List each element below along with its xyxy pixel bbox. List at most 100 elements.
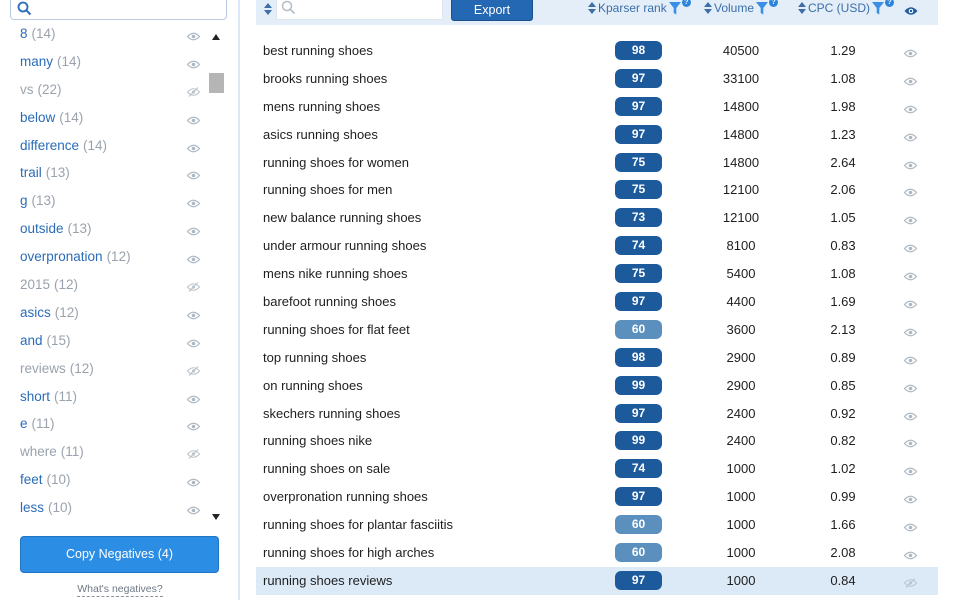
eye-icon[interactable] xyxy=(903,547,918,565)
scroll-up-arrow-icon[interactable] xyxy=(212,34,220,40)
word-list-item[interactable]: below (14) xyxy=(10,108,206,136)
sort-icon[interactable] xyxy=(798,2,806,14)
table-row[interactable]: skechers running shoes 97 2400 0.92 xyxy=(256,400,938,428)
eye-icon[interactable] xyxy=(186,250,201,270)
whats-negatives-link[interactable]: What's negatives? xyxy=(77,583,163,597)
eye-icon[interactable] xyxy=(186,27,201,47)
eye-icon[interactable] xyxy=(186,111,201,131)
eye-icon[interactable] xyxy=(903,352,918,370)
word-count: (10) xyxy=(48,500,73,516)
eye-off-icon[interactable] xyxy=(186,445,201,465)
table-row[interactable]: on running shoes 99 2900 0.85 xyxy=(256,372,938,400)
table-row[interactable]: running shoes for men 75 12100 2.06 xyxy=(256,176,938,204)
word-list-item[interactable]: feet (10) xyxy=(10,470,206,498)
scroll-thumb[interactable] xyxy=(209,73,224,93)
copy-negatives-button[interactable]: Copy Negatives (4) xyxy=(20,536,219,573)
table-row[interactable]: brooks running shoes 97 33100 1.08 xyxy=(256,65,938,93)
word-list-item[interactable]: outside (13) xyxy=(10,219,206,247)
eye-icon[interactable] xyxy=(903,435,918,453)
eye-icon[interactable] xyxy=(903,268,918,286)
word-list-item[interactable]: difference (14) xyxy=(10,136,206,164)
eye-icon[interactable] xyxy=(903,212,918,230)
table-row[interactable]: running shoes on sale 74 1000 1.02 xyxy=(256,455,938,483)
eye-icon[interactable] xyxy=(903,73,918,91)
eye-icon[interactable] xyxy=(903,380,918,398)
eye-icon[interactable] xyxy=(186,501,201,521)
eye-icon[interactable] xyxy=(903,184,918,202)
word-list-item[interactable]: reviews (12) xyxy=(10,359,206,387)
word-list-item[interactable]: trail (13) xyxy=(10,163,206,191)
eye-icon[interactable] xyxy=(186,473,201,493)
filter-funnel-icon[interactable] xyxy=(668,1,681,15)
table-row[interactable]: top running shoes 98 2900 0.89 xyxy=(256,344,938,372)
eye-icon[interactable] xyxy=(186,166,201,186)
eye-icon[interactable] xyxy=(903,324,918,342)
word-list-item[interactable]: less (10) xyxy=(10,498,206,524)
word-list-item[interactable]: where (11) xyxy=(10,442,206,470)
eye-icon[interactable] xyxy=(186,222,201,242)
table-row[interactable]: mens running shoes 97 14800 1.98 xyxy=(256,93,938,121)
table-row[interactable]: mens nike running shoes 75 5400 1.08 xyxy=(256,260,938,288)
eye-icon[interactable] xyxy=(903,463,918,481)
eye-icon[interactable] xyxy=(186,139,201,159)
table-row[interactable]: running shoes reviews 97 1000 0.84 xyxy=(256,566,938,595)
keyword-search-input[interactable] xyxy=(276,0,443,20)
word-list-scrollbar[interactable] xyxy=(208,30,225,525)
eye-icon[interactable] xyxy=(186,194,201,214)
eye-icon[interactable] xyxy=(903,129,918,147)
table-row[interactable]: overpronation running shoes 97 1000 0.99 xyxy=(256,483,938,511)
toggle-all-visibility-eye-icon[interactable] xyxy=(904,3,918,21)
column-header-kparser-rank[interactable]: Kparser rank ? xyxy=(588,0,691,15)
eye-icon[interactable] xyxy=(903,519,918,537)
word-list-item[interactable]: and (15) xyxy=(10,331,206,359)
word-list-item[interactable]: many (14) xyxy=(10,52,206,80)
word-list-item[interactable]: e (11) xyxy=(10,414,206,442)
table-row[interactable]: asics running shoes 97 14800 1.23 xyxy=(256,121,938,149)
filter-funnel-icon[interactable] xyxy=(756,1,769,15)
word-list-item[interactable]: short (11) xyxy=(10,387,206,415)
eye-icon[interactable] xyxy=(903,240,918,258)
word-list-item[interactable]: asics (12) xyxy=(10,303,206,331)
eye-icon[interactable] xyxy=(903,45,918,63)
word-list-item[interactable]: g (13) xyxy=(10,191,206,219)
eye-icon[interactable] xyxy=(186,334,201,354)
table-row[interactable]: running shoes for women 75 14800 2.64 xyxy=(256,149,938,177)
eye-off-icon[interactable] xyxy=(903,575,918,593)
column-header-cpc[interactable]: CPC (USD) ? xyxy=(798,0,894,15)
eye-off-icon[interactable] xyxy=(186,362,201,382)
table-row[interactable]: running shoes for flat feet 60 3600 2.13 xyxy=(256,316,938,344)
eye-icon[interactable] xyxy=(903,296,918,314)
sort-icon[interactable] xyxy=(704,2,712,14)
word-list-item[interactable]: 2015 (12) xyxy=(10,275,206,303)
table-row[interactable]: running shoes for plantar fasciitis 60 100… xyxy=(256,511,938,539)
table-row[interactable]: new balance running shoes 73 12100 1.05 xyxy=(256,204,938,232)
eye-icon[interactable] xyxy=(186,417,201,437)
table-row[interactable]: under armour running shoes 74 8100 0.83 xyxy=(256,232,938,260)
eye-icon[interactable] xyxy=(186,306,201,326)
help-icon[interactable]: ? xyxy=(681,0,691,7)
eye-icon[interactable] xyxy=(903,408,918,426)
word-list-item[interactable]: 8 (14) xyxy=(10,24,206,52)
table-row[interactable]: running shoes nike 99 2400 0.82 xyxy=(256,427,938,455)
eye-icon[interactable] xyxy=(186,390,201,410)
word-list-item[interactable]: vs (22) xyxy=(10,80,206,108)
column-header-volume[interactable]: Volume ? xyxy=(704,0,779,15)
filter-funnel-icon[interactable] xyxy=(872,1,884,15)
word-filter-input[interactable] xyxy=(10,0,227,20)
eye-icon[interactable] xyxy=(903,491,918,509)
word-list-item[interactable]: overpronation (12) xyxy=(10,247,206,275)
help-icon[interactable]: ? xyxy=(885,0,894,7)
export-button[interactable]: Export xyxy=(451,0,533,21)
eye-off-icon[interactable] xyxy=(186,83,201,103)
eye-icon[interactable] xyxy=(186,55,201,75)
table-row[interactable]: barefoot running shoes 97 4400 1.69 xyxy=(256,288,938,316)
eye-icon[interactable] xyxy=(903,101,918,119)
eye-off-icon[interactable] xyxy=(186,278,201,298)
help-icon[interactable]: ? xyxy=(769,0,779,7)
scroll-down-arrow-icon[interactable] xyxy=(212,514,220,520)
table-row[interactable]: running shoes for high arches 60 1000 2.08 xyxy=(256,539,938,567)
sort-icon[interactable] xyxy=(588,2,596,14)
eye-icon[interactable] xyxy=(903,157,918,175)
table-row[interactable]: best running shoes 98 40500 1.29 xyxy=(256,37,938,65)
sort-keyword-icon[interactable] xyxy=(264,3,272,15)
